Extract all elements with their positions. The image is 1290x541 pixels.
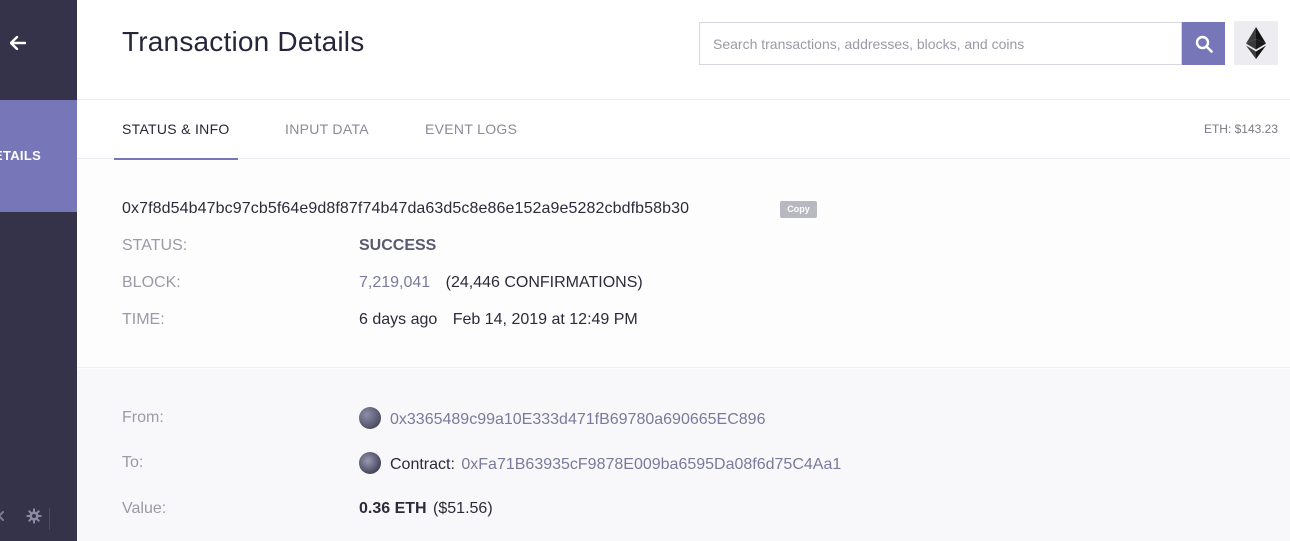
collapse-icon[interactable] [0, 509, 6, 523]
eth-price: ETH: $143.23 [1203, 122, 1278, 136]
tab-event-logs[interactable]: EVENT LOGS [425, 100, 517, 159]
time-ago: 6 days ago [359, 311, 438, 328]
from-label: From: [122, 409, 164, 426]
transfer-section: From: 0x3365489c99a10E333d471fB69780a690… [77, 369, 1290, 541]
search-button[interactable] [1182, 22, 1225, 65]
time-value: 6 days ago Feb 14, 2019 at 12:49 PM [359, 311, 638, 329]
sidebar-item-label: ETAILS [0, 148, 42, 163]
to-identicon [359, 452, 381, 474]
status-label: STATUS: [122, 237, 188, 254]
search-input[interactable] [699, 22, 1182, 65]
to-label: To: [122, 454, 144, 471]
status-value: SUCCESS [359, 237, 437, 254]
tab-status-info[interactable]: STATUS & INFO [114, 100, 238, 160]
arrow-left-icon [10, 36, 26, 50]
back-button[interactable] [0, 20, 36, 66]
from-value: 0x3365489c99a10E333d471fB69780a690665EC8… [359, 407, 765, 429]
sidebar-footer [0, 508, 42, 524]
value-usd: ($51.56) [433, 500, 493, 517]
transaction-hash: 0x7f8d54b47bc97cb5f64e9d8f87f74b47da63d5… [122, 200, 690, 217]
to-value: Contract: 0xFa71B63935cF9878E009ba6595Da… [359, 452, 841, 474]
from-identicon [359, 407, 381, 429]
copy-button[interactable]: Copy [780, 201, 817, 218]
page-title: Transaction Details [122, 26, 365, 57]
value-amount: 0.36 ETH ($51.56) [359, 500, 493, 518]
tab-bar: STATUS & INFO INPUT DATA EVENT LOGS ETH:… [77, 100, 1290, 160]
tab-input-data[interactable]: INPUT DATA [285, 100, 369, 159]
value-eth: 0.36 ETH [359, 500, 427, 517]
search-icon [1195, 35, 1213, 53]
block-value: 7,219,041 (24,446 CONFIRMATIONS) [359, 274, 643, 292]
sidebar-item-details[interactable]: ETAILS [0, 100, 77, 212]
from-address-link[interactable]: 0x3365489c99a10E333d471fB69780a690665EC8… [390, 411, 765, 428]
coin-selector-button[interactable] [1234, 21, 1278, 65]
time-date: Feb 14, 2019 at 12:49 PM [452, 311, 638, 328]
block-label: BLOCK: [122, 274, 181, 291]
confirmations: (24,446 CONFIRMATIONS) [445, 274, 643, 291]
sidebar: ETAILS [0, 0, 77, 541]
block-number-link[interactable]: 7,219,041 [359, 274, 430, 291]
ethereum-icon [1246, 27, 1266, 59]
time-label: TIME: [122, 311, 165, 328]
gear-icon[interactable] [26, 508, 42, 524]
status-section: 0x7f8d54b47bc97cb5f64e9d8f87f74b47da63d5… [77, 160, 1290, 368]
to-address-link[interactable]: 0xFa71B63935cF9878E009ba6595Da08f6d75C4A… [461, 456, 841, 473]
value-label: Value: [122, 500, 167, 517]
main-content: Transaction Details STATUS & INFO INPUT … [77, 0, 1290, 541]
header: Transaction Details [77, 0, 1290, 100]
sidebar-divider [49, 508, 50, 530]
contract-prefix: Contract: [390, 456, 455, 473]
